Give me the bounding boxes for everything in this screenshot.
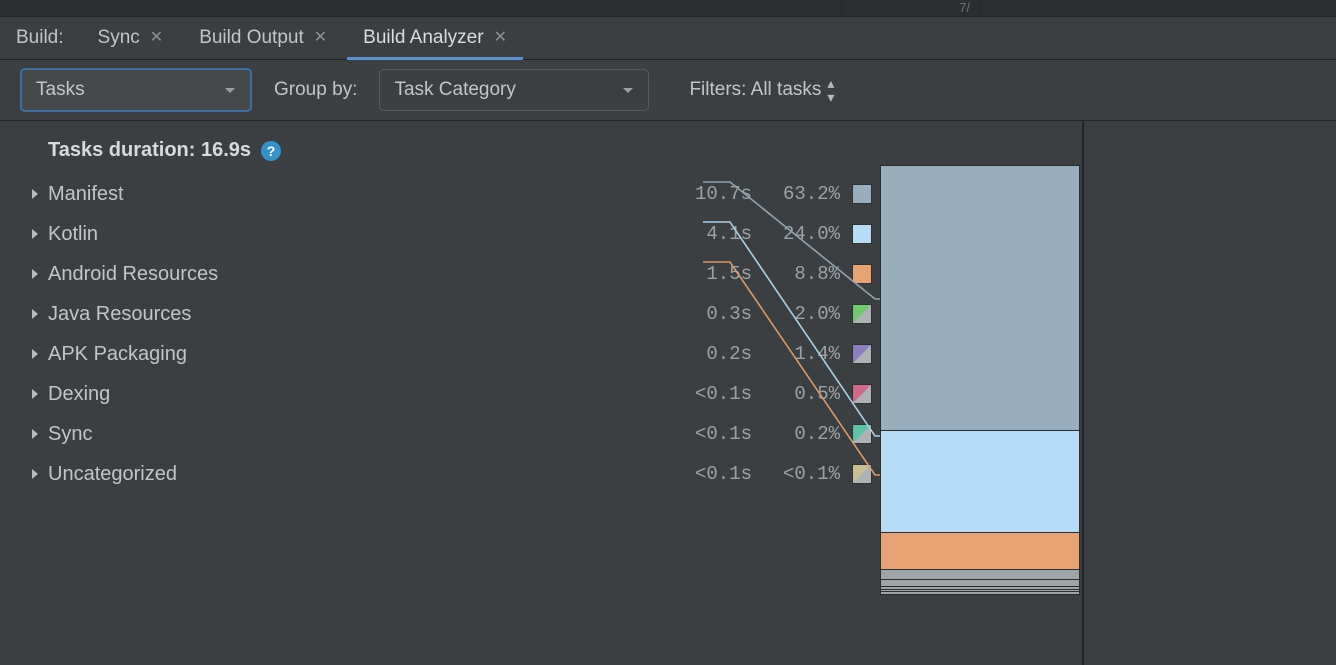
task-name: Dexing [48, 383, 676, 406]
top-fraction-cell: 7/ [841, 0, 981, 16]
task-name: Sync [48, 423, 676, 446]
help-icon[interactable]: ? [261, 141, 281, 161]
task-percent: 8.8% [760, 263, 840, 285]
expand-caret-icon[interactable] [22, 341, 48, 367]
task-swatch [852, 184, 872, 204]
task-percent: 63.2% [760, 183, 840, 205]
tab-label: Build Output [199, 27, 304, 49]
chart-segment [881, 591, 1079, 594]
close-icon[interactable]: ✕ [314, 30, 327, 46]
task-duration: 4.1s [676, 223, 752, 245]
tab-label: Build Analyzer [363, 27, 483, 49]
view-select[interactable]: Tasks [20, 68, 252, 112]
task-swatch [852, 224, 872, 244]
toolbar: Tasks Group by: Task Category Filters: A… [0, 60, 1336, 121]
task-name: Uncategorized [48, 463, 676, 486]
expand-caret-icon[interactable] [22, 221, 48, 247]
tasks-title: Tasks duration: 16.9s [48, 139, 251, 162]
close-icon[interactable]: ✕ [150, 30, 163, 46]
filters-select[interactable]: Filters: All tasks ▴▾ [689, 76, 831, 104]
expand-caret-icon[interactable] [22, 181, 48, 207]
expand-caret-icon[interactable] [22, 421, 48, 447]
task-swatch [852, 344, 872, 364]
chevron-down-icon [224, 79, 236, 101]
task-percent: 0.2% [760, 423, 840, 445]
chevron-down-icon [622, 79, 634, 101]
task-name: Java Resources [48, 303, 676, 326]
top-fraction-text: 7/ [959, 0, 970, 15]
detail-pane [1084, 121, 1336, 665]
expand-caret-icon[interactable] [22, 461, 48, 487]
task-swatch [852, 384, 872, 404]
expand-caret-icon[interactable] [22, 381, 48, 407]
task-duration: 0.2s [676, 343, 752, 365]
sort-icon: ▴▾ [827, 76, 831, 104]
group-by-select[interactable]: Task Category [379, 69, 649, 111]
task-duration: 0.3s [676, 303, 752, 325]
task-percent: <0.1% [760, 463, 840, 485]
task-swatch [852, 304, 872, 324]
chart-segment [881, 532, 1079, 570]
tasks-pane: Tasks duration: 16.9s ? Manifest10.7s 63.… [0, 121, 1084, 665]
main-area: Tasks duration: 16.9s ? Manifest10.7s 63.… [0, 121, 1336, 665]
task-percent: 2.0% [760, 303, 840, 325]
tabs-row: Build: Sync ✕ Build Output ✕ Build Analy… [0, 17, 1336, 60]
task-percent: 24.0% [760, 223, 840, 245]
tab-sync[interactable]: Sync ✕ [86, 17, 176, 59]
task-percent: 1.4% [760, 343, 840, 365]
chart-segment [881, 166, 1079, 430]
tab-build-analyzer[interactable]: Build Analyzer ✕ [351, 17, 519, 59]
expand-caret-icon[interactable] [22, 301, 48, 327]
group-by-label: Group by: [274, 79, 357, 101]
tab-build-output[interactable]: Build Output ✕ [187, 17, 339, 59]
task-duration: <0.1s [676, 383, 752, 405]
view-select-value: Tasks [36, 79, 85, 101]
task-name: Kotlin [48, 223, 676, 246]
task-duration: <0.1s [676, 423, 752, 445]
expand-caret-icon[interactable] [22, 261, 48, 287]
task-name: Manifest [48, 183, 676, 206]
chart-segment [881, 569, 1079, 578]
top-strip: 7/ [0, 0, 1336, 17]
group-by-value: Task Category [394, 79, 515, 101]
task-swatch [852, 464, 872, 484]
task-name: APK Packaging [48, 343, 676, 366]
tab-label: Sync [98, 27, 140, 49]
chart [880, 165, 1080, 605]
task-percent: 0.5% [760, 383, 840, 405]
task-name: Android Resources [48, 263, 676, 286]
task-swatch [852, 424, 872, 444]
panel-label: Build: [0, 27, 80, 49]
chart-segment [881, 579, 1079, 586]
close-icon[interactable]: ✕ [494, 30, 507, 46]
chart-segment [881, 430, 1079, 531]
task-swatch [852, 264, 872, 284]
task-duration: 1.5s [676, 263, 752, 285]
task-duration: 10.7s [676, 183, 752, 205]
filters-label: Filters: All tasks [689, 79, 821, 101]
task-duration: <0.1s [676, 463, 752, 485]
